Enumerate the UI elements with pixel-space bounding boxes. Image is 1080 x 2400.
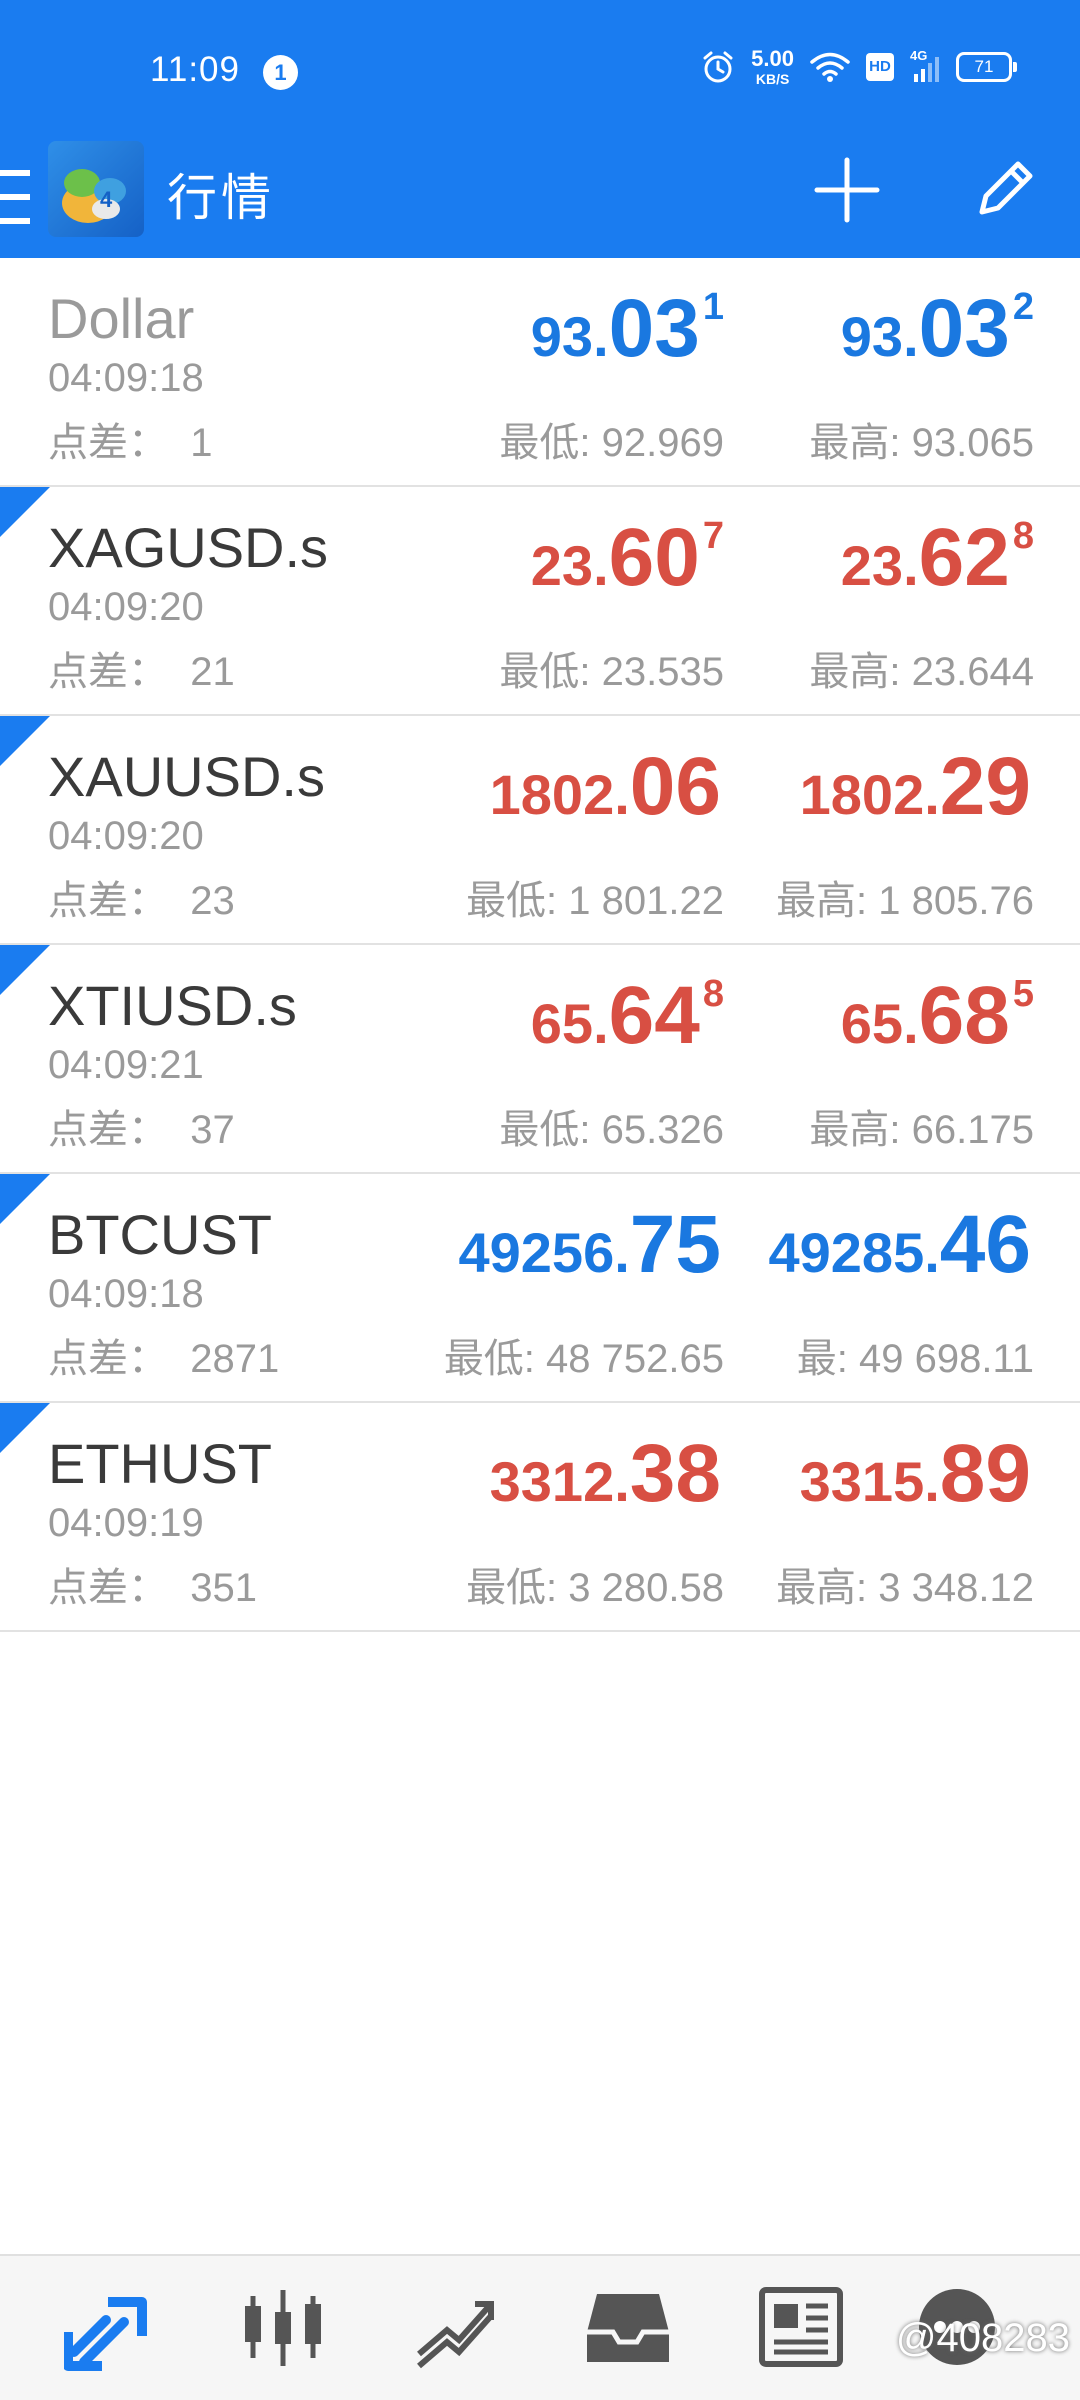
symbol-name: BTCUST [48,1203,272,1266]
quote-time: 04:09:18 [48,1272,204,1316]
bid-price: 23. 60 7 [530,512,724,603]
ask-price: 65. 68 5 [840,970,1034,1061]
low-price: 最低: 3 280.58 [466,1566,724,1610]
alarm-icon [703,51,733,83]
high-price: 最高: 66.175 [809,1108,1034,1152]
low-price: 最低: 23.535 [499,650,724,694]
nav-news[interactable] [756,2282,846,2372]
bid-price: 3312. 38 [489,1428,721,1519]
high-price: 最高: 23.644 [809,650,1034,694]
metatrader-logo: 4 [48,141,144,237]
ask-price: 1802. 29 [799,741,1031,832]
news-icon [759,2287,843,2367]
wifi-icon [810,52,850,82]
quote-row-ethust[interactable]: ETHUST 04:09:19 点差： 351 3312. 38 3315. 89 … [0,1403,1080,1632]
status-icons: 5.00 KB/S HD 4G 71 [701,46,1017,87]
low-price: 最低: 48 752.65 [443,1337,724,1381]
quote-row-btcust[interactable]: BTCUST 04:09:18 点差： 2871 49256. 75 49285.… [0,1174,1080,1403]
edit-button[interactable] [968,154,1038,224]
quote-time: 04:09:18 [48,356,204,400]
nav-history[interactable] [583,2282,673,2372]
bid-price: 1802. 06 [489,741,721,832]
spread-value: 点差： 21 [48,650,235,694]
spread-value: 点差： 23 [48,879,235,923]
notification-badge: 1 [263,55,298,90]
status-time: 11:09 [150,50,240,89]
watermark: @408283 [895,2316,1070,2360]
high-price: 最高: 93.065 [809,421,1034,465]
symbol-name: Dollar [48,287,195,350]
symbol-name: XTIUSD.s [48,974,297,1037]
bid-price: 65. 64 8 [530,970,724,1061]
high-price: 最高: 3 348.12 [776,1566,1034,1610]
low-price: 最低: 65.326 [499,1108,724,1152]
quote-time: 04:09:20 [48,585,204,629]
nav-chart[interactable] [238,2282,328,2372]
pencil-icon [979,161,1033,215]
symbol-name: XAUUSD.s [48,745,325,808]
add-symbol-button[interactable] [812,155,882,225]
high-price: 最: 49 698.11 [796,1337,1034,1381]
ask-price: 49285. 46 [768,1199,1032,1290]
top-bar: 11:09 1 5.00 KB/S HD 4G 71 4 行情 [0,0,1080,258]
quote-row-xagusd[interactable]: XAGUSD.s 04:09:20 点差： 21 23. 60 7 23. 62 8 最… [0,487,1080,716]
quotes-list: Dollar 04:09:18 点差： 1 93. 03 1 93. 03 2 最低: … [0,258,1080,1632]
quote-row-dollar[interactable]: Dollar 04:09:18 点差： 1 93. 03 1 93. 03 2 最低: … [0,258,1080,487]
quote-time: 04:09:19 [48,1501,204,1545]
trade-indicator [0,1174,50,1224]
net-speed: 5.00 KB/S [751,46,794,87]
spread-value: 点差： 1 [48,421,213,465]
plus-icon [814,157,880,223]
chart-icon [245,2290,321,2366]
history-icon [587,2294,669,2362]
status-bar: 11:09 1 5.00 KB/S HD 4G 71 [0,0,1080,140]
nav-trade[interactable] [411,2282,501,2372]
quote-time: 04:09:20 [48,814,204,858]
cell-signal-icon: 4G [910,48,940,84]
quote-time: 04:09:21 [48,1043,204,1087]
trade-indicator [0,1403,50,1453]
quote-row-xtiusd[interactable]: XTIUSD.s 04:09:21 点差： 37 65. 64 8 65. 68 5 最… [0,945,1080,1174]
high-price: 最高: 1 805.76 [776,879,1034,923]
battery-icon: 71 [956,52,1017,82]
ask-price: 23. 62 8 [840,512,1034,603]
nav-quotes[interactable] [63,2282,154,2372]
app-bar: 4 行情 [0,140,1080,258]
trade-indicator [0,487,50,537]
ask-price: 93. 03 2 [840,283,1034,374]
symbol-name: ETHUST [48,1432,272,1495]
page-title: 行情 [167,170,275,226]
spread-value: 点差： 351 [48,1566,257,1610]
trade-indicator [0,716,50,766]
low-price: 最低: 92.969 [499,421,724,465]
spread-value: 点差： 2871 [48,1337,280,1381]
hd-badge: HD [866,53,894,81]
spread-value: 点差： 37 [48,1108,235,1152]
quote-row-xauusd[interactable]: XAUUSD.s 04:09:20 点差： 23 1802. 06 1802. 29… [0,716,1080,945]
quotes-icon [63,2297,147,2371]
menu-icon[interactable] [0,170,34,228]
ask-price: 3315. 89 [799,1428,1031,1519]
bottom-navigation: @408283 [0,2254,1080,2400]
trade-icon [417,2301,494,2369]
svg-text:4: 4 [100,187,113,212]
trade-indicator [0,945,50,995]
bid-price: 93. 03 1 [530,283,724,374]
low-price: 最低: 1 801.22 [466,879,724,923]
symbol-name: XAGUSD.s [48,516,329,579]
bid-price: 49256. 75 [458,1199,722,1290]
